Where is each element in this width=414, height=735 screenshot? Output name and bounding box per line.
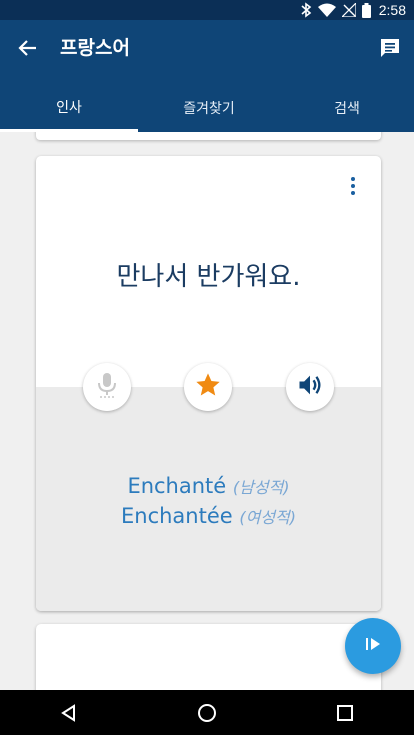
translations: Enchanté (남성적) Enchantée (여성적) [36,472,381,532]
play-icon [363,634,383,658]
wifi-icon [317,3,336,17]
microphone-button[interactable] [83,363,131,411]
arrow-back-icon[interactable] [14,34,42,62]
system-nav-bar [0,690,414,735]
chat-icon[interactable] [376,34,404,62]
previous-card[interactable] [36,132,381,140]
tab-search[interactable]: 검색 [280,84,414,132]
more-vert-icon[interactable] [345,174,361,198]
status-time: 2:58 [378,2,406,18]
nav-home-icon[interactable] [187,693,227,733]
translation-text: Enchanté [127,474,227,498]
microphone-icon [95,371,119,403]
signal-off-icon [341,3,356,17]
app-bar: 프랑스어 인사 즐겨찾기 검색 [0,20,414,132]
play-audio-button[interactable] [286,363,334,411]
page-title: 프랑스어 [60,37,130,59]
next-card[interactable] [36,624,381,690]
battery-icon [361,2,371,18]
bluetooth-icon [300,2,312,18]
phrase-text: 만나서 반가워요. [116,262,301,292]
translation-line: Enchantée (여성적) [36,502,381,532]
translation-text: Enchantée [120,504,233,528]
nav-back-icon[interactable] [49,693,89,733]
play-all-button[interactable] [345,618,401,674]
translation-line: Enchanté (남성적) [36,472,381,502]
gender-label: (남성적) [232,478,290,497]
phrase-list[interactable]: 만나서 반가워요. Enchanté (남성적) Enchantée (여성적) [0,132,414,690]
tab-greetings[interactable]: 인사 [0,84,138,132]
screen: 2:58 프랑스어 인사 즐겨찾기 검색 만나서 반가워요. Enchanté … [0,0,414,735]
favorite-button[interactable] [184,363,232,411]
phrase-card: 만나서 반가워요. Enchanté (남성적) Enchantée (여성적) [36,156,381,611]
nav-recents-icon[interactable] [325,693,365,733]
star-icon [194,371,222,403]
gender-label: (여성적) [239,508,297,527]
status-bar: 2:58 [0,0,414,20]
tab-bar: 인사 즐겨찾기 검색 [0,84,414,132]
tab-favorites[interactable]: 즐겨찾기 [138,84,280,132]
speaker-icon [296,371,324,403]
